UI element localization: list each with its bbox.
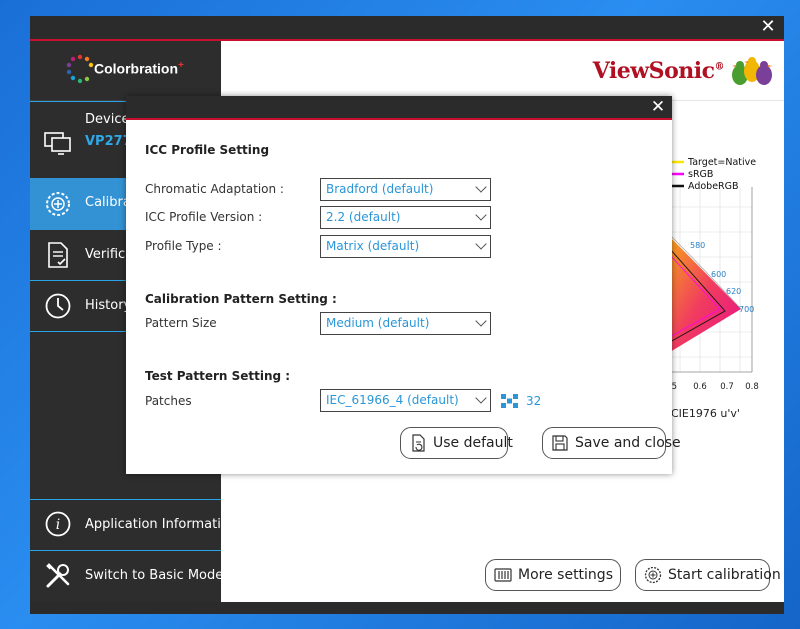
start-calibration-button[interactable]: Start calibration bbox=[635, 559, 781, 591]
logo-plus: + bbox=[178, 60, 184, 71]
chevron-down-icon bbox=[475, 315, 487, 327]
chevron-down-icon bbox=[475, 181, 487, 193]
patch-grid-icon[interactable] bbox=[501, 394, 518, 408]
chevron-down-icon bbox=[475, 392, 487, 404]
patches-value: IEC_61966_4 (default) bbox=[326, 393, 459, 407]
app-info-label: Application Information bbox=[85, 517, 238, 532]
colorbration-logo-icon bbox=[66, 54, 94, 84]
test-pattern-section-title: Test Pattern Setting : bbox=[145, 369, 291, 383]
x-tick: 0.6 bbox=[693, 382, 707, 392]
icc-section-title: ICC Profile Setting bbox=[145, 143, 270, 157]
chevron-down-icon bbox=[475, 238, 487, 250]
pattern-section-title: Calibration Pattern Setting : bbox=[145, 292, 337, 306]
dialog-titlebar: ✕ bbox=[126, 96, 672, 118]
save-icon bbox=[552, 435, 568, 451]
wavelength-600: 600 bbox=[711, 270, 726, 279]
app-logo-text: Colorbration+ bbox=[94, 60, 184, 77]
chart-caption: CIE1976 u'v' bbox=[671, 407, 740, 417]
wavelength-620: 620 bbox=[726, 287, 741, 296]
legend-native: Target=Native bbox=[687, 157, 756, 168]
document-check-icon bbox=[48, 242, 68, 268]
chart-legend: Target=Native sRGB AdobeRGB bbox=[672, 157, 756, 192]
wavelength-580: 580 bbox=[690, 241, 705, 250]
wavelength-700: 700 bbox=[739, 305, 754, 314]
document-reset-icon bbox=[412, 434, 425, 452]
switch-mode-label: Switch to Basic Mode bbox=[85, 568, 224, 583]
icc-version-select[interactable]: 2.2 (default) bbox=[320, 206, 491, 229]
start-calibration-label: Start calibration bbox=[668, 567, 781, 583]
calibration-icon bbox=[644, 566, 662, 584]
sidebar-item-application-information[interactable]: i Application Information bbox=[30, 499, 237, 550]
pattern-size-select[interactable]: Medium (default) bbox=[320, 312, 491, 335]
registered-mark: ® bbox=[714, 61, 725, 73]
dialog-accent-line bbox=[126, 118, 672, 120]
viewsonic-logo-text: ViewSonic® bbox=[592, 58, 725, 84]
history-label: History bbox=[85, 298, 132, 313]
sliders-icon bbox=[494, 568, 512, 582]
x-tick: 0.7 bbox=[720, 382, 734, 392]
chevron-down-icon bbox=[475, 209, 487, 221]
chromatic-adaptation-label: Chromatic Adaptation : bbox=[145, 182, 284, 196]
more-settings-button[interactable]: More settings bbox=[485, 559, 621, 591]
tools-icon bbox=[46, 563, 70, 588]
close-icon[interactable]: ✕ bbox=[758, 17, 778, 37]
use-default-label: Use default bbox=[433, 435, 513, 451]
profile-type-label: Profile Type : bbox=[145, 239, 222, 253]
x-tick: 0.8 bbox=[745, 382, 759, 392]
logo-area: Colorbration+ bbox=[30, 41, 221, 101]
patches-select[interactable]: IEC_61966_4 (default) bbox=[320, 389, 491, 412]
pattern-size-label: Pattern Size bbox=[145, 316, 217, 330]
logo-name: Colorbration bbox=[94, 60, 178, 77]
use-default-button[interactable]: Use default bbox=[400, 427, 513, 459]
patches-label: Patches bbox=[145, 394, 192, 408]
calibration-icon bbox=[46, 192, 70, 216]
monitor-icon bbox=[44, 132, 71, 155]
close-icon[interactable]: ✕ bbox=[648, 96, 668, 118]
save-and-close-button[interactable]: Save and close bbox=[542, 427, 681, 459]
info-icon: i bbox=[45, 511, 71, 537]
save-and-close-label: Save and close bbox=[575, 435, 681, 451]
more-settings-label: More settings bbox=[518, 567, 613, 583]
profile-type-select[interactable]: Matrix (default) bbox=[320, 235, 491, 258]
divider bbox=[30, 550, 221, 551]
pattern-size-value: Medium (default) bbox=[326, 316, 430, 330]
brand-header: ViewSonic® bbox=[221, 41, 784, 101]
chromatic-adaptation-value: Bradford (default) bbox=[326, 182, 434, 196]
profile-type-value: Matrix (default) bbox=[326, 239, 420, 253]
patch-count: 32 bbox=[526, 394, 542, 408]
x-tick-labels: .5 0.6 0.7 0.8 bbox=[669, 382, 759, 392]
brand-name: ViewSonic bbox=[592, 58, 715, 84]
divider bbox=[30, 499, 221, 500]
svg-text:i: i bbox=[56, 517, 60, 533]
chromatic-adaptation-select[interactable]: Bradford (default) bbox=[320, 178, 491, 201]
icc-settings-dialog: ✕ ICC Profile Setting Chromatic Adaptati… bbox=[126, 96, 681, 474]
viewsonic-birds-icon bbox=[732, 57, 772, 85]
legend-adobergb: AdobeRGB bbox=[688, 181, 739, 192]
legend-srgb: sRGB bbox=[688, 169, 713, 180]
window-bottom-bar bbox=[30, 602, 784, 614]
sidebar-item-switch-basic-mode[interactable]: Switch to Basic Mode bbox=[30, 550, 224, 602]
clock-icon bbox=[45, 293, 71, 319]
window-titlebar: ✕ bbox=[30, 16, 784, 39]
icc-version-label: ICC Profile Version : bbox=[145, 210, 263, 224]
icc-version-value: 2.2 (default) bbox=[326, 210, 401, 224]
